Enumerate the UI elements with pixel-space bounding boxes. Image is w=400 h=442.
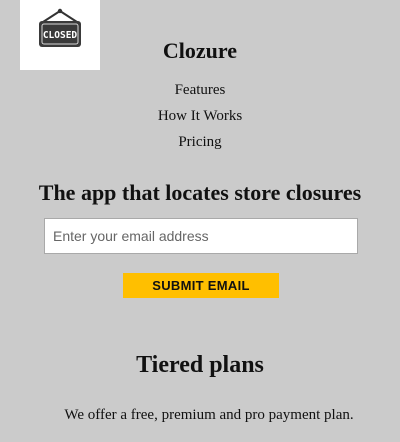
nav-item-how-it-works[interactable]: How It Works xyxy=(0,105,400,131)
hero-title: The app that locates store closures xyxy=(38,180,362,205)
plans-title: Tiered plans xyxy=(136,352,264,378)
nav-item-features[interactable]: Features xyxy=(0,79,400,105)
main-nav: Features How It Works Pricing xyxy=(0,79,400,157)
nav-item-pricing[interactable]: Pricing xyxy=(0,131,400,157)
submit-email-button[interactable]: SUBMIT EMAIL xyxy=(123,273,279,298)
plans-description: We offer a free, premium and pro payment… xyxy=(64,407,354,423)
brand-name: Clozure xyxy=(162,38,238,63)
email-input[interactable] xyxy=(44,218,358,254)
